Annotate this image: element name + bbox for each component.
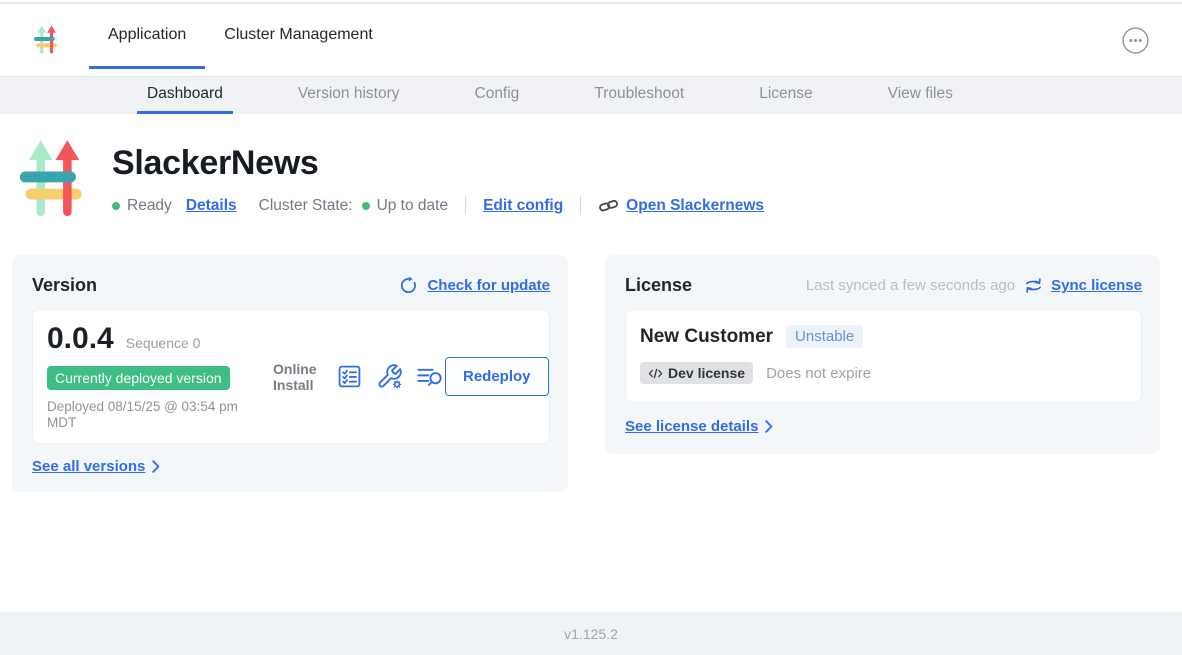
- dashboard-main: SlackerNews Ready Details Cluster State:…: [0, 114, 1182, 492]
- app-status-dot: [112, 202, 120, 210]
- app-logo-icon: [33, 24, 61, 57]
- console-version: v1.125.2: [564, 626, 618, 642]
- subnav-config[interactable]: Config: [465, 77, 530, 114]
- see-license-details-link[interactable]: See license details: [625, 418, 773, 435]
- link-icon: [598, 198, 619, 213]
- app-header: SlackerNews Ready Details Cluster State:…: [17, 137, 1182, 225]
- channel-badge: Unstable: [786, 325, 863, 348]
- tab-application[interactable]: Application: [89, 4, 205, 69]
- code-icon: [648, 368, 663, 379]
- open-app-link[interactable]: Open Slackernews: [598, 197, 764, 215]
- subnav-troubleshoot[interactable]: Troubleshoot: [584, 77, 694, 114]
- app-title: SlackerNews: [112, 144, 764, 183]
- last-synced-text: Last synced a few seconds ago: [806, 277, 1015, 294]
- app-logo-large-icon: [17, 137, 93, 225]
- redeploy-button[interactable]: Redeploy: [445, 357, 549, 396]
- license-type-badge: Dev license: [640, 362, 753, 384]
- app-sub-nav: Dashboard Version history Config Trouble…: [0, 76, 1182, 114]
- top-nav: Application Cluster Management: [0, 4, 1182, 76]
- chevron-right-icon: [152, 460, 160, 473]
- subnav-dashboard[interactable]: Dashboard: [137, 77, 233, 114]
- subnav-license[interactable]: License: [749, 77, 822, 114]
- refresh-icon: [399, 276, 418, 295]
- subnav-version-history[interactable]: Version history: [288, 77, 410, 114]
- sync-license-link[interactable]: Sync license: [1024, 277, 1142, 294]
- license-expiry-text: Does not expire: [766, 365, 871, 382]
- subnav-view-files[interactable]: View files: [878, 77, 963, 114]
- cluster-state-label: Cluster State:: [259, 197, 353, 215]
- top-nav-tabs: Application Cluster Management: [89, 4, 392, 76]
- license-card-title: License: [625, 275, 692, 296]
- tab-cluster-management[interactable]: Cluster Management: [205, 4, 392, 69]
- more-options-icon[interactable]: [1122, 27, 1149, 54]
- preflight-checks-icon[interactable]: [336, 363, 363, 390]
- deploy-logs-icon[interactable]: [416, 364, 445, 389]
- app-status-text: Ready: [127, 197, 172, 215]
- version-number: 0.0.4: [47, 322, 114, 356]
- divider: [465, 196, 466, 215]
- version-sequence: Sequence 0: [126, 335, 201, 351]
- app-status-row: Ready Details Cluster State: Up to date …: [112, 196, 764, 215]
- dashboard-cards: Version Check for update 0.0.4 Sequence …: [12, 255, 1182, 492]
- divider: [580, 196, 581, 215]
- version-card-title: Version: [32, 275, 97, 296]
- cluster-state-dot: [362, 202, 370, 210]
- check-for-update-link[interactable]: Check for update: [399, 276, 550, 295]
- see-all-versions-link[interactable]: See all versions: [32, 458, 160, 475]
- license-card: License Last synced a few seconds ago Sy…: [605, 255, 1160, 454]
- deployed-timestamp: Deployed 08/15/25 @ 03:54 pm MDT: [47, 399, 261, 431]
- chevron-right-icon: [765, 420, 773, 433]
- deployed-status-badge: Currently deployed version: [47, 366, 230, 390]
- install-type-label: Online Install: [273, 361, 323, 393]
- config-wrench-icon[interactable]: [376, 363, 403, 390]
- customer-name: New Customer: [640, 326, 773, 348]
- console-footer: v1.125.2: [0, 612, 1182, 655]
- status-details-link[interactable]: Details: [186, 197, 237, 215]
- edit-config-link[interactable]: Edit config: [483, 197, 563, 215]
- cluster-state-text: Up to date: [377, 197, 449, 215]
- sync-icon: [1024, 277, 1043, 294]
- license-summary-panel: New Customer Unstable Dev license Does n…: [625, 309, 1142, 403]
- current-version-panel: 0.0.4 Sequence 0 Currently deployed vers…: [32, 309, 550, 444]
- version-card: Version Check for update 0.0.4 Sequence …: [12, 255, 568, 492]
